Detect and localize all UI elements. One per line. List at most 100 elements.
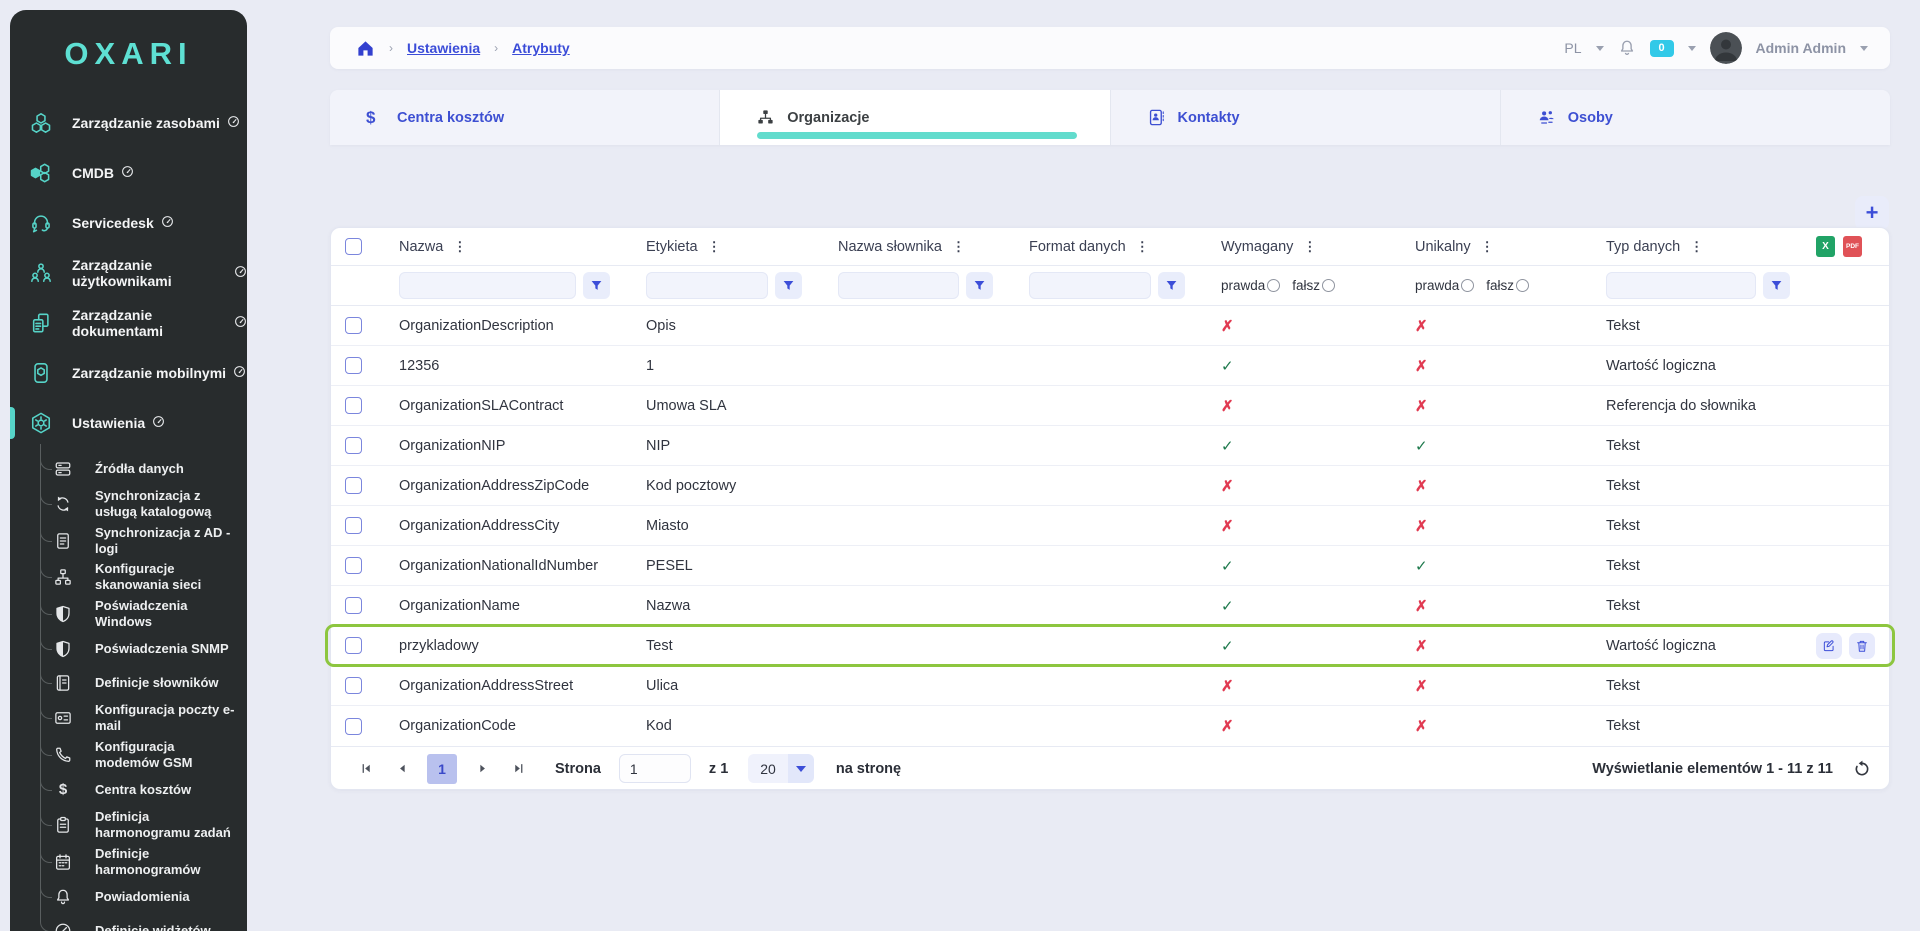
radio-true[interactable] [1461, 279, 1474, 292]
column-menu-icon[interactable]: ⋮ [1690, 239, 1703, 255]
breadcrumb-link-atrybuty[interactable]: Atrybuty [512, 40, 570, 56]
sidebar-subitem-definicje-harmonogram-w[interactable]: Definicje harmonogramów [10, 844, 247, 881]
export-pdf-icon[interactable]: PDF [1843, 236, 1862, 257]
filter-input-format-danych[interactable] [1029, 272, 1151, 299]
table-row-organizationaddresszipcode[interactable]: OrganizationAddressZipCode Kod pocztowy … [331, 466, 1889, 506]
sidebar-subitem-konfiguracja-poczty-e-mail[interactable]: Konfiguracja poczty e-mail [10, 700, 247, 737]
tab-organizacje[interactable]: Organizacje [720, 90, 1110, 145]
sidebar-item-servicedesk[interactable]: Servicedesk [10, 198, 247, 248]
page-number-input[interactable] [619, 754, 691, 783]
notification-badge[interactable]: 0 [1650, 40, 1674, 57]
breadcrumb-separator: › [389, 41, 393, 55]
row-checkbox[interactable] [345, 517, 362, 534]
column-menu-icon[interactable]: ⋮ [1303, 239, 1316, 255]
last-page-button[interactable] [505, 756, 531, 782]
sidebar-item-cmdb[interactable]: CMDB [10, 148, 247, 198]
cell-wymagany-check-icon: ✓ [1197, 597, 1391, 615]
sidebar-subitem-definicje-wid-et-w[interactable]: Definicje widżetów [10, 914, 247, 931]
tab-osoby[interactable]: Osoby [1501, 90, 1890, 145]
sidebar-subitem-synchronizacja-z-ad-logi[interactable]: Synchronizacja z AD - logi [10, 523, 247, 560]
select-all-checkbox[interactable] [345, 238, 362, 255]
sidebar-subitem-centra-koszt-w[interactable]: $ Centra kosztów [10, 773, 247, 807]
sidebar-subitem-definicje-s-ownik-w[interactable]: Definicje słowników [10, 666, 247, 700]
table-row-organizationdescription[interactable]: OrganizationDescription Opis ✗ ✗ Tekst [331, 306, 1889, 346]
sidebar-subitem-powiadomienia[interactable]: Powiadomienia [10, 880, 247, 914]
row-checkbox[interactable] [345, 557, 362, 574]
sidebar-subitem-synchronizacja-z-us-ug-katalogow-[interactable]: Synchronizacja z usługą katalogową [10, 486, 247, 523]
tab-centra-koszt-w[interactable]: $ Centra kosztów [330, 90, 720, 145]
chevron-down-icon[interactable] [1688, 46, 1696, 51]
cell-nazwa: przykladowy [375, 638, 622, 654]
sidebar-item-zarz-dzanie-zasobami[interactable]: Zarządzanie zasobami [10, 98, 247, 148]
page-size-select[interactable]: 20 [748, 754, 814, 783]
column-menu-icon[interactable]: ⋮ [952, 239, 965, 255]
cell-nazwa: OrganizationNationalIdNumber [375, 558, 622, 574]
row-checkbox[interactable] [345, 637, 362, 654]
sidebar-subitem-label: Definicje słowników [95, 675, 219, 691]
sidebar-subitem--r-d-a-danych[interactable]: Źródła danych [10, 452, 247, 486]
refresh-icon[interactable] [1853, 760, 1871, 778]
row-checkbox[interactable] [345, 317, 362, 334]
avatar[interactable] [1710, 32, 1742, 64]
contact-card-icon [1147, 108, 1166, 127]
table-row-organizationaddresscity[interactable]: OrganizationAddressCity Miasto ✗ ✗ Tekst [331, 506, 1889, 546]
table-row-organizationname[interactable]: OrganizationName Nazwa ✓ ✗ Tekst [331, 586, 1889, 626]
filter-input-nazwa-s-ownika[interactable] [838, 272, 959, 299]
row-checkbox[interactable] [345, 477, 362, 494]
home-icon[interactable] [356, 39, 375, 58]
sidebar-item-zarz-dzanie-u-ytkownikami[interactable]: Zarządzanie użytkownikami [10, 248, 247, 298]
sidebar-subitem-po-wiadczenia-windows[interactable]: Poświadczenia Windows [10, 596, 247, 633]
filter-input-typ-danych[interactable] [1606, 272, 1756, 299]
column-menu-icon[interactable]: ⋮ [453, 239, 466, 255]
delete-row-button[interactable] [1849, 633, 1875, 659]
filter-button-typ-danych[interactable] [1763, 272, 1790, 299]
radio-false[interactable] [1322, 279, 1335, 292]
row-checkbox[interactable] [345, 597, 362, 614]
column-menu-icon[interactable]: ⋮ [1136, 239, 1149, 255]
row-checkbox[interactable] [345, 718, 362, 735]
table-row-przykladowy[interactable]: przykladowy Test ✓ ✗ Wartość logiczna [331, 626, 1889, 666]
export-excel-icon[interactable]: X [1816, 236, 1835, 257]
table-row-organizationnip[interactable]: OrganizationNIP NIP ✓ ✓ Tekst [331, 426, 1889, 466]
chevron-down-icon[interactable] [1596, 46, 1604, 51]
sidebar-subitem-definicja-harmonogramu-zada-[interactable]: Definicja harmonogramu zadań [10, 807, 247, 844]
notification-bell-icon[interactable] [1618, 39, 1636, 57]
sidebar-subitem-konfiguracje-skanowania-sieci[interactable]: Konfiguracje skanowania sieci [10, 559, 247, 596]
column-menu-icon[interactable]: ⋮ [1481, 239, 1494, 255]
language-selector[interactable]: PL [1564, 40, 1581, 56]
filter-button-format-danych[interactable] [1158, 272, 1185, 299]
filter-input-etykieta[interactable] [646, 272, 768, 299]
sidebar-subitem-konfiguracja-modem-w-gsm[interactable]: Konfiguracja modemów GSM [10, 737, 247, 774]
sidebar-item-ustawienia[interactable]: Ustawienia [10, 398, 247, 448]
row-checkbox[interactable] [345, 397, 362, 414]
row-checkbox[interactable] [345, 437, 362, 454]
add-attribute-button[interactable]: + [1855, 196, 1889, 230]
filter-input-nazwa[interactable] [399, 272, 576, 299]
filter-button-nazwa-s-ownika[interactable] [966, 272, 993, 299]
radio-false[interactable] [1516, 279, 1529, 292]
current-page-button[interactable]: 1 [427, 754, 457, 784]
filter-button-etykieta[interactable] [775, 272, 802, 299]
sidebar-item-zarz-dzanie-mobilnymi[interactable]: Zarządzanie mobilnymi [10, 348, 247, 398]
column-menu-icon[interactable]: ⋮ [708, 239, 721, 255]
radio-true[interactable] [1267, 279, 1280, 292]
funnel-icon [590, 279, 603, 292]
table-row-organizationcode[interactable]: OrganizationCode Kod ✗ ✗ Tekst [331, 706, 1889, 746]
sidebar-subitem-label: Powiadomienia [95, 889, 190, 905]
row-checkbox[interactable] [345, 677, 362, 694]
table-row-organizationaddressstreet[interactable]: OrganizationAddressStreet Ulica ✗ ✗ Teks… [331, 666, 1889, 706]
filter-button-nazwa[interactable] [583, 272, 610, 299]
sidebar-subitem-po-wiadczenia-snmp[interactable]: Poświadczenia SNMP [10, 632, 247, 666]
next-page-button[interactable] [469, 756, 495, 782]
table-row-organizationnationalidnumber[interactable]: OrganizationNationalIdNumber PESEL ✓ ✓ T… [331, 546, 1889, 586]
table-row-12356[interactable]: 12356 1 ✓ ✗ Wartość logiczna [331, 346, 1889, 386]
chevron-down-icon[interactable] [1860, 46, 1868, 51]
breadcrumb-link-ustawienia[interactable]: Ustawienia [407, 40, 480, 56]
first-page-button[interactable] [353, 756, 379, 782]
row-checkbox[interactable] [345, 357, 362, 374]
sidebar-item-zarz-dzanie-dokumentami[interactable]: Zarządzanie dokumentami [10, 298, 247, 348]
tab-kontakty[interactable]: Kontakty [1111, 90, 1501, 145]
table-row-organizationslacontract[interactable]: OrganizationSLAContract Umowa SLA ✗ ✗ Re… [331, 386, 1889, 426]
edit-row-button[interactable] [1816, 633, 1842, 659]
previous-page-button[interactable] [389, 756, 415, 782]
